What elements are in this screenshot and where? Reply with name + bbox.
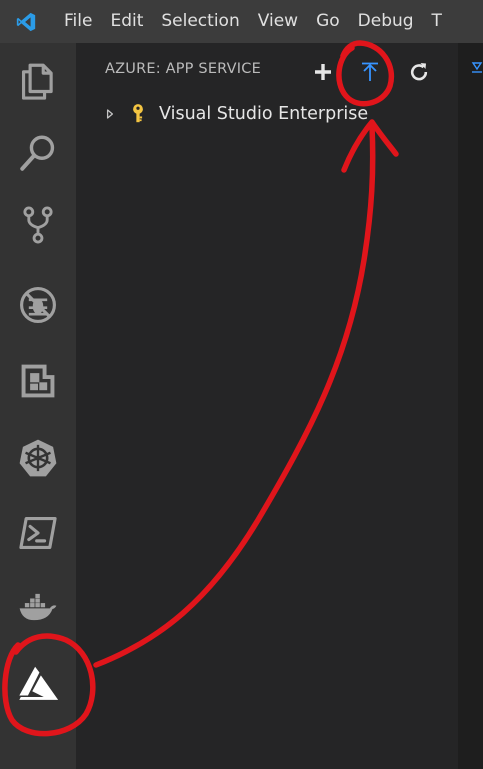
deploy-icon xyxy=(362,62,378,81)
activity-bar xyxy=(0,43,76,769)
editor-area xyxy=(458,43,483,769)
search-icon xyxy=(20,135,55,171)
activity-extensions[interactable] xyxy=(0,343,76,419)
explorer-icon xyxy=(21,63,53,100)
menu-edit[interactable]: Edit xyxy=(101,0,152,43)
activity-powershell[interactable] xyxy=(0,495,76,571)
menu-view[interactable]: View xyxy=(249,0,307,43)
terminal-icon xyxy=(19,516,57,550)
activity-explorer[interactable] xyxy=(0,43,76,119)
vscode-logo-icon xyxy=(0,0,52,43)
docker-icon xyxy=(19,593,57,621)
side-bar: AZURE: APP SERVICE Visual Studio Enterpr… xyxy=(76,43,458,769)
menu-file[interactable]: File xyxy=(52,0,101,43)
key-icon xyxy=(129,101,151,127)
activity-source-control[interactable] xyxy=(0,187,76,263)
menu-selection[interactable]: Selection xyxy=(152,0,248,43)
menu-debug[interactable]: Debug xyxy=(349,0,423,43)
refresh-icon xyxy=(410,63,428,81)
chevron-right-icon[interactable] xyxy=(106,107,116,121)
sidebar-title: AZURE: APP SERVICE xyxy=(105,61,261,77)
menu-terminal[interactable]: T xyxy=(423,0,451,43)
tree-item-label: Visual Studio Enterprise xyxy=(159,104,369,124)
kubernetes-icon xyxy=(19,439,57,477)
tree-item-subscription[interactable]: Visual Studio Enterprise xyxy=(76,100,458,128)
sidebar-header: AZURE: APP SERVICE xyxy=(76,57,458,87)
source-control-icon xyxy=(23,206,53,244)
extensions-icon xyxy=(21,364,55,398)
menu-go[interactable]: Go xyxy=(307,0,349,43)
activity-search[interactable] xyxy=(0,115,76,191)
menu-bar: File Edit Selection View Go Debug T xyxy=(0,0,483,43)
activity-kubernetes[interactable] xyxy=(0,420,76,496)
plus-icon xyxy=(315,64,331,80)
activity-debug[interactable] xyxy=(0,267,76,343)
activity-docker[interactable] xyxy=(0,569,76,645)
azure-icon xyxy=(19,666,59,700)
debug-icon xyxy=(20,287,56,323)
deploy-button[interactable] xyxy=(355,57,385,87)
activity-azure[interactable] xyxy=(0,646,76,722)
refresh-button[interactable] xyxy=(404,57,434,87)
file-tab-icon[interactable] xyxy=(470,61,483,75)
create-app-button[interactable] xyxy=(308,57,338,87)
